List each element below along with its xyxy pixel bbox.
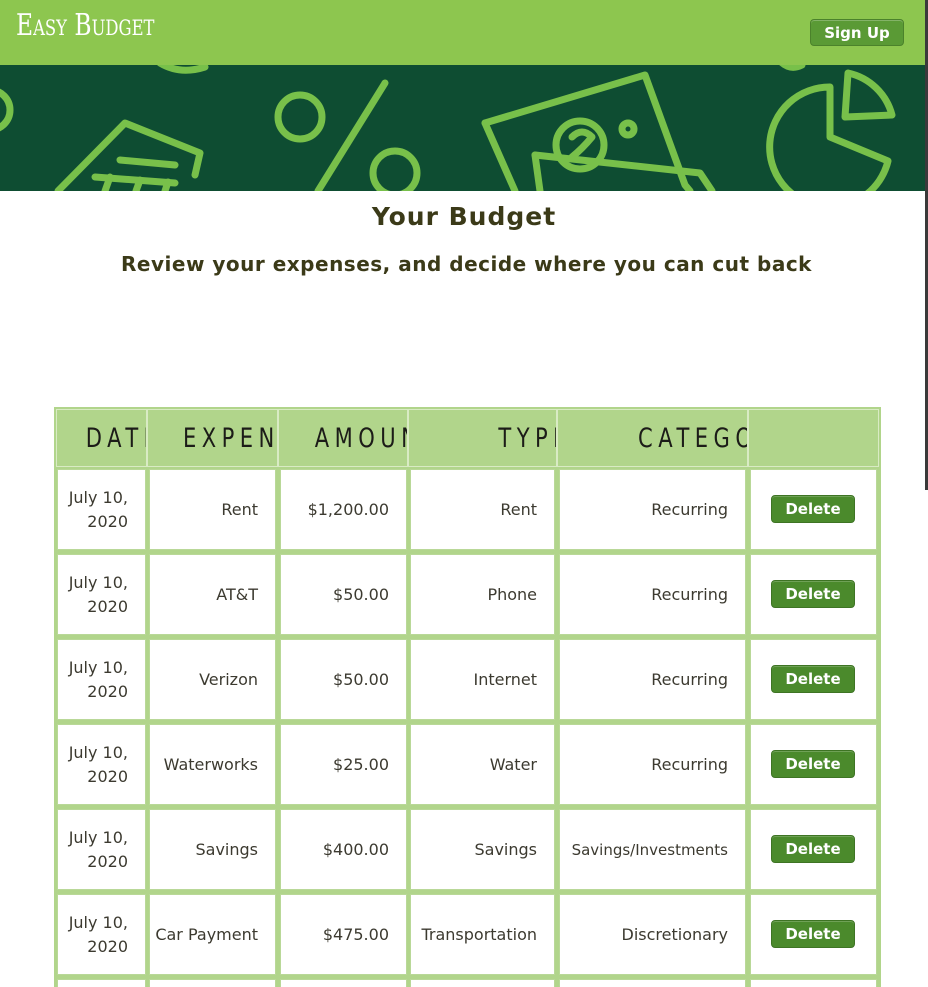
table-cell-amount: $25.00 xyxy=(280,724,407,805)
table-cell-partial xyxy=(280,979,407,987)
table-cell-category: Discretionary xyxy=(559,894,746,975)
table-cell-actions: Delete xyxy=(750,809,877,890)
bank-icon xyxy=(54,119,204,191)
table-cell-category: Savings/Investments xyxy=(559,809,746,890)
hero-banner xyxy=(0,65,928,191)
partial-circle-icon xyxy=(0,88,14,132)
table-cell-actions: Delete xyxy=(750,639,877,720)
column-header-date: Date xyxy=(56,409,147,467)
table-cell-amount: $50.00 xyxy=(280,639,407,720)
table-cell-category: Recurring xyxy=(559,724,746,805)
table-cell-category: Recurring xyxy=(559,554,746,635)
table-cell-type: Internet xyxy=(410,639,555,720)
column-header-category: Category xyxy=(557,409,748,467)
budget-table: Date Expense Amount Type Category July 1… xyxy=(54,407,881,987)
table-cell-partial xyxy=(750,979,877,987)
table-cell-date: July 10, 2020 xyxy=(57,724,146,805)
column-header-amount: Amount xyxy=(278,409,408,467)
table-cell-date: July 10, 2020 xyxy=(57,639,146,720)
table-cell-amount: $475.00 xyxy=(280,894,407,975)
table-cell-actions: Delete xyxy=(750,469,877,550)
table-cell-partial xyxy=(410,979,555,987)
table-cell-date: July 10, 2020 xyxy=(57,809,146,890)
table-cell-type: Water xyxy=(410,724,555,805)
delete-button[interactable]: Delete xyxy=(771,835,855,863)
table-cell-partial xyxy=(559,979,746,987)
table-cell-type: Phone xyxy=(410,554,555,635)
money-icon xyxy=(481,71,716,191)
table-cell-type: Savings xyxy=(410,809,555,890)
table-cell-amount: $400.00 xyxy=(280,809,407,890)
table-cell-category: Recurring xyxy=(559,639,746,720)
banner-illustration xyxy=(0,65,896,191)
pie-chart-icon xyxy=(766,69,896,191)
delete-button[interactable]: Delete xyxy=(771,920,855,948)
delete-button[interactable]: Delete xyxy=(771,580,855,608)
table-cell-date: July 10, 2020 xyxy=(57,894,146,975)
page-subtitle: Review your expenses, and decide where y… xyxy=(121,252,812,276)
navbar: Easy Budget Sign Up xyxy=(0,0,928,65)
table-cell-type: Transportation xyxy=(410,894,555,975)
table-cell-date: July 10, 2020 xyxy=(57,469,146,550)
table-cell-actions: Delete xyxy=(750,554,877,635)
column-header-type: Type xyxy=(408,409,557,467)
partial-icon xyxy=(779,65,806,71)
column-header-actions xyxy=(748,409,879,467)
table-cell-expense: Verizon xyxy=(149,639,276,720)
table-cell-actions: Delete xyxy=(750,894,877,975)
table-cell-expense: Waterworks xyxy=(149,724,276,805)
table-cell-actions: Delete xyxy=(750,724,877,805)
percent-icon xyxy=(274,79,421,191)
page-title: Your Budget xyxy=(371,202,557,231)
delete-button[interactable]: Delete xyxy=(771,665,855,693)
delete-button[interactable]: Delete xyxy=(771,750,855,778)
table-cell-amount: $1,200.00 xyxy=(280,469,407,550)
table-cell-amount: $50.00 xyxy=(280,554,407,635)
partial-icon xyxy=(157,65,209,74)
table-cell-date: July 10, 2020 xyxy=(57,554,146,635)
table-cell-expense: Savings xyxy=(149,809,276,890)
table-cell-partial xyxy=(57,979,146,987)
table-cell-expense: Rent xyxy=(149,469,276,550)
table-cell-expense: AT&T xyxy=(149,554,276,635)
brand-logo[interactable]: Easy Budget xyxy=(16,8,154,43)
table-cell-partial xyxy=(149,979,276,987)
table-cell-expense: Car Payment xyxy=(149,894,276,975)
table-cell-category: Recurring xyxy=(559,469,746,550)
delete-button[interactable]: Delete xyxy=(771,495,855,523)
table-cell-type: Rent xyxy=(410,469,555,550)
column-header-expense: Expense xyxy=(147,409,278,467)
sign-up-button[interactable]: Sign Up xyxy=(810,19,904,46)
